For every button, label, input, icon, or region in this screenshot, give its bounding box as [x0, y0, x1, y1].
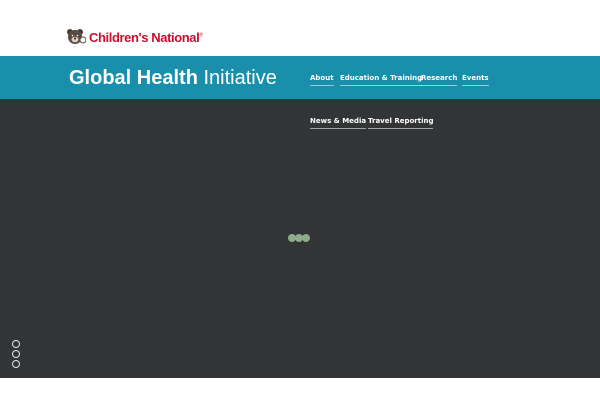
nav-item-research[interactable]: Research [421, 74, 458, 86]
slide-dot-1[interactable] [12, 340, 20, 348]
slide-dot-2[interactable] [12, 350, 20, 358]
page-footer [0, 378, 600, 400]
site-title-bold: Global Health [69, 67, 198, 89]
slide-dot-3[interactable] [12, 360, 20, 368]
loading-dots-icon [288, 234, 310, 242]
site-title-light: Initiative [203, 67, 277, 89]
nav-item-news-media[interactable]: News & Media [310, 117, 367, 129]
loader-dot [302, 234, 310, 242]
nav-item-education-training[interactable]: Education & Training [340, 74, 423, 86]
nav-item-about[interactable]: About [310, 74, 334, 86]
nav-item-travel-reporting[interactable]: Travel Reporting [368, 117, 434, 129]
childrens-national-logo[interactable]: Children's National® [66, 27, 203, 47]
logo-text: Children's National® [89, 29, 203, 45]
teddy-bear-icon [67, 29, 86, 44]
site-title[interactable]: Global Health Initiative [69, 66, 277, 90]
nav-item-events[interactable]: Events [462, 74, 489, 86]
slide-pagination [12, 340, 20, 370]
